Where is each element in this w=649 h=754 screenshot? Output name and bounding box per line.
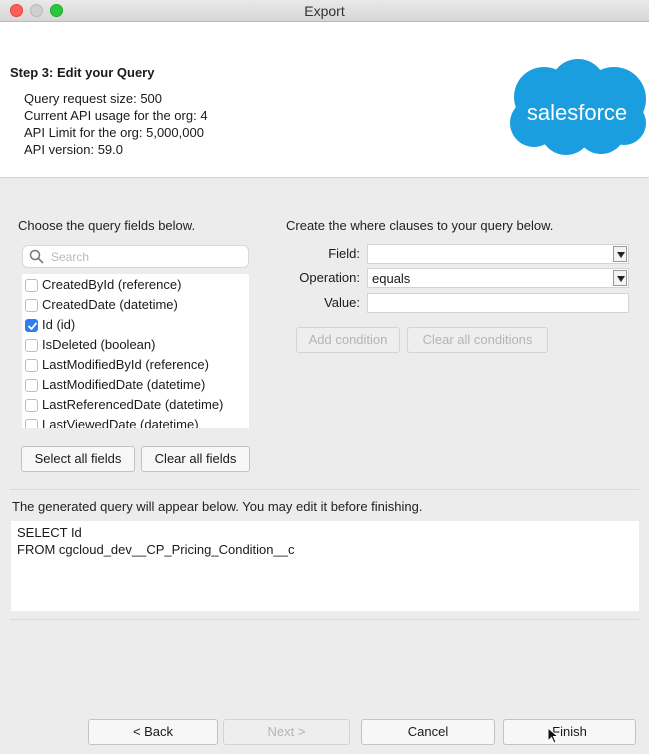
- operation-select-label: Operation:: [299, 270, 360, 285]
- salesforce-logo-text: salesforce: [527, 100, 627, 125]
- field-checkbox[interactable]: [25, 419, 38, 428]
- field-checkbox-checked[interactable]: [25, 319, 38, 332]
- field-select-label: Field:: [328, 246, 360, 261]
- mouse-pointer-icon: [547, 727, 559, 744]
- search-icon: [29, 249, 44, 264]
- checkmark-icon: [28, 322, 37, 330]
- field-item-label: Id (id): [42, 317, 76, 332]
- field-checkbox[interactable]: [25, 339, 38, 352]
- info-query-request-size: Query request size: 500: [24, 91, 163, 106]
- field-checkbox[interactable]: [25, 379, 38, 392]
- add-condition-button[interactable]: Add condition: [296, 327, 400, 353]
- field-item-label: CreatedDate (datetime): [42, 297, 178, 312]
- field-checkbox[interactable]: [25, 359, 38, 372]
- clear-all-conditions-button[interactable]: Clear all conditions: [407, 327, 548, 353]
- fields-panel-label: Choose the query fields below.: [18, 218, 196, 233]
- back-button[interactable]: < Back: [88, 719, 218, 745]
- query-area-label: The generated query will appear below. Y…: [12, 499, 423, 514]
- info-api-version: API version: 59.0: [24, 142, 123, 157]
- salesforce-logo: salesforce: [510, 59, 646, 155]
- field-checkbox[interactable]: [25, 279, 38, 292]
- field-select-arrow[interactable]: [613, 246, 627, 262]
- where-panel-label: Create the where clauses to your query b…: [286, 218, 554, 233]
- info-current-api-usage: Current API usage for the org: 4: [24, 108, 208, 123]
- finish-button[interactable]: Finish: [503, 719, 636, 745]
- field-select[interactable]: [367, 244, 629, 264]
- select-all-fields-button[interactable]: Select all fields: [21, 446, 135, 472]
- next-button[interactable]: Next >: [223, 719, 350, 745]
- field-checkbox[interactable]: [25, 299, 38, 312]
- value-input[interactable]: [367, 293, 629, 313]
- field-checkbox[interactable]: [25, 399, 38, 412]
- wizard-header: Step 3: Edit your Query Query request si…: [0, 22, 649, 178]
- operation-select-value: equals: [372, 271, 411, 286]
- field-item-label: IsDeleted (boolean): [42, 337, 156, 352]
- separator: [10, 489, 639, 490]
- separator: [10, 619, 639, 620]
- field-search-box[interactable]: [22, 245, 249, 268]
- clear-all-fields-button[interactable]: Clear all fields: [141, 446, 250, 472]
- value-input-label: Value:: [324, 295, 360, 310]
- step-title: Step 3: Edit your Query: [10, 65, 155, 80]
- window-title: Export: [304, 3, 345, 19]
- field-item-label: LastViewedDate (datetime): [42, 417, 199, 428]
- caret-down-icon: [617, 276, 625, 282]
- field-item-label: LastModifiedDate (datetime): [42, 377, 206, 392]
- field-item-label: LastModifiedById (reference): [42, 357, 209, 372]
- query-textarea[interactable]: [11, 521, 639, 611]
- field-list[interactable]: CreatedById (reference) CreatedDate (dat…: [22, 274, 249, 428]
- field-item-label: LastReferencedDate (datetime): [42, 397, 224, 412]
- info-api-limit: API Limit for the org: 5,000,000: [24, 125, 204, 140]
- caret-down-icon: [617, 252, 625, 258]
- cancel-button[interactable]: Cancel: [361, 719, 495, 745]
- field-search-input[interactable]: [49, 248, 245, 265]
- field-item-label: CreatedById (reference): [42, 277, 182, 292]
- window-titlebar[interactable]: Export: [0, 0, 649, 22]
- operation-select[interactable]: equals: [367, 268, 629, 288]
- operation-select-arrow[interactable]: [613, 270, 627, 286]
